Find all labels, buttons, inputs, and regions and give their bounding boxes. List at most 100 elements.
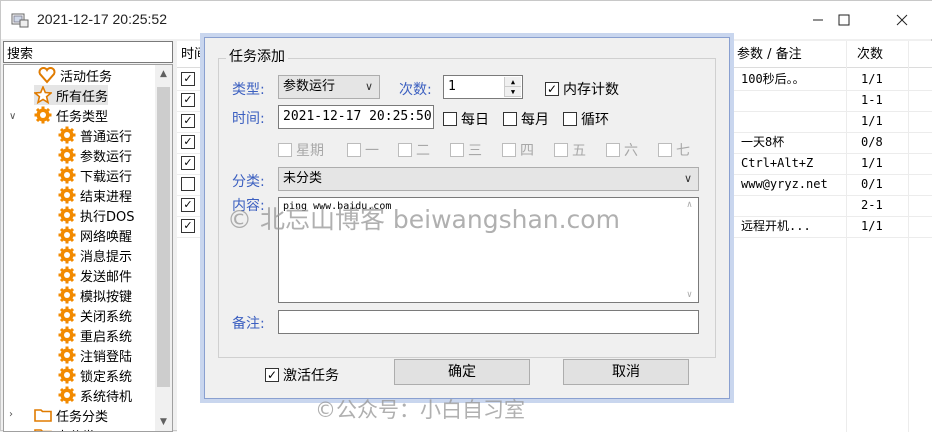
activate-checkbox[interactable]: ✓ 激活任务 bbox=[265, 365, 339, 385]
tree-node[interactable]: 任务分类 bbox=[34, 405, 108, 425]
monthly-checkbox[interactable]: 每月 bbox=[503, 109, 549, 129]
tree-node-label: 任务分类 bbox=[56, 406, 108, 425]
tree-node-label: 模拟按键 bbox=[80, 286, 132, 305]
loop-checkbox[interactable]: 循环 bbox=[563, 109, 609, 129]
col-header-count[interactable]: 次数 bbox=[857, 41, 897, 69]
gear-icon bbox=[58, 186, 76, 204]
tree-node[interactable]: 发送邮件 bbox=[58, 265, 132, 285]
tree-node-label: 下载运行 bbox=[80, 166, 132, 185]
tree-node-label: 所有任务 bbox=[56, 86, 108, 105]
daily-checkbox[interactable]: 每日 bbox=[443, 109, 489, 129]
row-checkbox[interactable]: ✓ bbox=[181, 156, 195, 170]
content-textarea[interactable]: ping www.baidu.com ∧ ∨ bbox=[278, 197, 699, 303]
weekday-label: 六 bbox=[624, 140, 638, 160]
note-input[interactable] bbox=[278, 310, 699, 334]
tree-scrollbar[interactable]: ▲ ▼ bbox=[155, 65, 172, 431]
spin-up-icon[interactable]: ▲ bbox=[505, 77, 521, 87]
app-icon bbox=[11, 12, 29, 28]
row-checkbox[interactable] bbox=[181, 177, 195, 191]
weekday-checkbox[interactable]: 一 bbox=[347, 140, 379, 160]
tree-node[interactable]: 执行DOS bbox=[58, 205, 135, 225]
gear-icon bbox=[58, 166, 76, 184]
row-checkbox[interactable]: ✓ bbox=[181, 135, 195, 149]
spin-down-icon[interactable]: ▼ bbox=[505, 87, 521, 97]
maximize-button[interactable] bbox=[821, 1, 867, 39]
type-select[interactable]: 参数运行 ∨ bbox=[278, 75, 380, 99]
content-scrollbar[interactable]: ∧ ∨ bbox=[681, 198, 698, 302]
tree-node[interactable]: 锁定系统 bbox=[58, 365, 132, 385]
tree-node[interactable]: 所有任务 bbox=[34, 85, 108, 105]
weekday-checkbox[interactable]: 五 bbox=[554, 140, 586, 160]
row-param: 100秒后。。 bbox=[741, 69, 841, 90]
time-input[interactable]: 2021-12-17 20:25:50 bbox=[278, 105, 434, 129]
row-checkbox[interactable]: ✓ bbox=[181, 198, 195, 212]
weekday-label: 三 bbox=[468, 140, 482, 160]
gear-icon bbox=[58, 386, 76, 404]
row-count: 1/1 bbox=[861, 111, 901, 132]
checkbox-box bbox=[502, 143, 516, 157]
tree-node[interactable]: 任务类型 bbox=[34, 105, 108, 125]
tree-node[interactable]: 普通运行 bbox=[58, 125, 132, 145]
col-header-param[interactable]: 参数 / 备注 bbox=[737, 41, 837, 69]
category-label: 分类: bbox=[232, 171, 265, 191]
row-count: 0/8 bbox=[861, 132, 901, 153]
weekday-checkbox[interactable]: 四 bbox=[502, 140, 534, 160]
weekday-checkbox[interactable]: 星期 bbox=[278, 140, 324, 160]
tree-node[interactable]: 活动任务 bbox=[38, 65, 112, 85]
mem-count-label: 内存计数 bbox=[563, 79, 619, 99]
ok-button[interactable]: 确定 bbox=[394, 359, 530, 385]
window-title: 2021-12-17 20:25:52 bbox=[37, 11, 167, 27]
weekday-label: 二 bbox=[416, 140, 430, 160]
tree-node-label: 关闭系统 bbox=[80, 306, 132, 325]
tree-node-label: 消息提示 bbox=[80, 246, 132, 265]
tree-node[interactable]: 系统待机 bbox=[58, 385, 132, 405]
chevron-right-icon[interactable]: › bbox=[9, 409, 13, 420]
row-checkbox[interactable]: ✓ bbox=[181, 219, 195, 233]
scroll-up-icon[interactable]: ∧ bbox=[681, 200, 698, 210]
gear-icon bbox=[58, 126, 76, 144]
tree-node[interactable]: 参数运行 bbox=[58, 145, 132, 165]
tree-node[interactable]: 重启系统 bbox=[58, 325, 132, 345]
scroll-thumb[interactable] bbox=[157, 87, 170, 387]
tree-node-label: 执行DOS bbox=[80, 206, 135, 225]
close-icon bbox=[896, 14, 908, 26]
weekday-checkbox[interactable]: 二 bbox=[398, 140, 430, 160]
search-input[interactable]: 搜索 bbox=[3, 41, 173, 63]
tree-node[interactable]: 下载运行 bbox=[58, 165, 132, 185]
heart-icon bbox=[38, 66, 56, 84]
chevron-down-icon[interactable]: ∨ bbox=[9, 111, 16, 122]
gear-icon bbox=[58, 246, 76, 264]
tree-node-label: 系统待机 bbox=[80, 386, 132, 405]
count-stepper[interactable]: 1 ▲ ▼ bbox=[443, 75, 523, 99]
weekday-label: 五 bbox=[572, 140, 586, 160]
mem-count-checkbox[interactable]: ✓ 内存计数 bbox=[545, 79, 619, 99]
scroll-down-icon[interactable]: ∨ bbox=[681, 290, 698, 300]
folder-icon bbox=[34, 426, 52, 432]
time-label: 时间: bbox=[232, 108, 265, 128]
scroll-up-icon[interactable]: ▲ bbox=[155, 65, 172, 83]
task-tree[interactable]: ∨ 活动任务所有任务任务类型普通运行参数运行下载运行结束进程执行DOS网络唤醒消… bbox=[3, 64, 173, 432]
tree-node-label: 网络唤醒 bbox=[80, 226, 132, 245]
tree-node[interactable]: 模拟按键 bbox=[58, 285, 132, 305]
count-spin-buttons[interactable]: ▲ ▼ bbox=[504, 77, 521, 97]
tree-node-label: 重启系统 bbox=[80, 326, 132, 345]
tree-node[interactable]: 结束进程 bbox=[58, 185, 132, 205]
close-button[interactable] bbox=[879, 1, 925, 39]
row-checkbox[interactable]: ✓ bbox=[181, 93, 195, 107]
checkbox-box bbox=[347, 143, 361, 157]
weekday-checkbox[interactable]: 三 bbox=[450, 140, 482, 160]
cancel-button[interactable]: 取消 bbox=[563, 359, 689, 385]
tree-node[interactable]: 消息提示 bbox=[58, 245, 132, 265]
tree-node[interactable]: 网络唤醒 bbox=[58, 225, 132, 245]
checkmark-icon: ✓ bbox=[545, 82, 559, 96]
row-checkbox[interactable]: ✓ bbox=[181, 114, 195, 128]
tree-node[interactable]: 注销登陆 bbox=[58, 345, 132, 365]
category-select[interactable]: 未分类 ∨ bbox=[278, 167, 699, 191]
row-checkbox[interactable]: ✓ bbox=[181, 72, 195, 86]
scroll-down-icon[interactable]: ▼ bbox=[155, 413, 172, 431]
weekday-label: 一 bbox=[365, 140, 379, 160]
weekday-checkbox[interactable]: 七 bbox=[658, 140, 690, 160]
weekday-checkbox[interactable]: 六 bbox=[606, 140, 638, 160]
tree-node[interactable]: 关闭系统 bbox=[58, 305, 132, 325]
type-label: 类型: bbox=[232, 79, 265, 99]
